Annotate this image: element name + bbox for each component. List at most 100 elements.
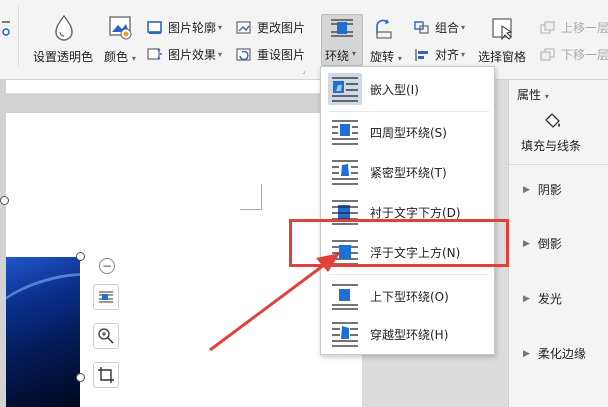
- chevron-down-icon: ▾: [218, 23, 223, 32]
- reset-picture-button[interactable]: 重设图片: [236, 46, 305, 63]
- fill-bucket-icon[interactable]: [541, 110, 563, 135]
- picture-outline-icon: [147, 20, 162, 34]
- horizontal-ruler: [6, 80, 362, 94]
- selection-pane-button[interactable]: 选择窗格: [478, 48, 526, 65]
- inline-wrap-icon: [328, 73, 362, 105]
- chevron-down-icon: ▾: [352, 49, 357, 58]
- layout-options-button[interactable]: [93, 284, 119, 310]
- picture-outline-label: 图片轮廓: [168, 21, 217, 35]
- menu-item-label: 紧密型环绕(T): [370, 165, 447, 180]
- wrap-icon: [331, 19, 353, 37]
- align-icon: [415, 48, 428, 61]
- soft-edges-label: 柔化边缘: [537, 347, 586, 361]
- behind-text-icon: [328, 196, 362, 228]
- reflection-label: 倒影: [537, 237, 562, 251]
- resize-handle[interactable]: [0, 196, 9, 205]
- reflection-section[interactable]: ▶ 倒影: [523, 235, 562, 252]
- menu-item-label: 穿越型环绕(H): [370, 327, 449, 342]
- group-icon: [414, 20, 429, 34]
- top-bottom-wrap-icon: [328, 280, 362, 312]
- rotate-button[interactable]: 旋转 ▾: [370, 48, 402, 65]
- picture-effects-icon: [147, 47, 162, 60]
- glow-section[interactable]: ▶ 发光: [523, 290, 562, 307]
- reset-picture-icon: [236, 47, 251, 61]
- change-picture-icon: [236, 20, 251, 34]
- wrap-button[interactable]: 环绕 ▾: [321, 14, 363, 66]
- soft-edges-section[interactable]: ▶ 柔化边缘: [523, 345, 586, 362]
- wrap-label: 环绕: [325, 49, 350, 63]
- crop-button[interactable]: [93, 362, 119, 388]
- menu-item-through[interactable]: 穿越型环绕(H): [321, 314, 494, 354]
- collapse-icon[interactable]: −: [99, 258, 115, 274]
- chevron-down-icon: ▾: [461, 50, 466, 59]
- rotate-icon[interactable]: [373, 18, 395, 40]
- expand-arrow-icon: ▶: [523, 293, 530, 304]
- expand-arrow-icon: ▶: [523, 238, 530, 249]
- shadow-section[interactable]: ▶ 阴影: [523, 181, 562, 198]
- zoom-button[interactable]: [93, 323, 119, 349]
- change-picture-label: 更改图片: [257, 21, 306, 35]
- square-wrap-icon: [328, 116, 362, 148]
- menu-item-label: 嵌入型(I): [370, 82, 419, 97]
- shadow-label: 阴影: [537, 183, 562, 197]
- partial-tool-icon[interactable]: [2, 18, 16, 38]
- menu-item-square[interactable]: 四周型环绕(S): [321, 112, 494, 152]
- expand-arrow-icon: ▶: [523, 348, 530, 359]
- panel-divider: [509, 164, 608, 165]
- rotate-label: 旋转: [370, 50, 395, 64]
- expand-arrow-icon: ▶: [523, 184, 530, 195]
- menu-item-in-front-of-text[interactable]: 浮于文字上方(N): [321, 232, 494, 272]
- crop-icon: [98, 367, 114, 383]
- menu-item-top-bottom[interactable]: 上下型环绕(O): [321, 276, 494, 316]
- set-transparent-icon[interactable]: [52, 14, 76, 42]
- chevron-down-icon: ▾: [397, 54, 402, 63]
- menu-item-label: 衬于文字下方(D): [370, 205, 461, 220]
- margin-corner-mark: [240, 184, 262, 210]
- group-label: 组合: [435, 21, 460, 35]
- glow-label: 发光: [537, 292, 562, 306]
- properties-header[interactable]: 属性 ▾: [517, 86, 549, 103]
- menu-item-label: 浮于文字上方(N): [370, 245, 461, 260]
- send-backward-label: 下移一层: [561, 48, 608, 62]
- menu-separator: [329, 274, 489, 275]
- color-button[interactable]: 颜色 ▾: [104, 48, 136, 65]
- menu-item-label: 四周型环绕(S): [370, 125, 447, 140]
- in-front-of-text-icon: [328, 236, 362, 268]
- align-button[interactable]: 对齐 ▾: [414, 46, 465, 63]
- ribbon-toolbar: 设置透明色 颜色 ▾ 图片轮廓 ▾ 图片效果 ▾ 更改图片 重设图片 ⌟ 环绕 …: [0, 0, 608, 80]
- picture-effects-button[interactable]: 图片效果 ▾: [147, 46, 222, 63]
- chevron-down-icon: ▾: [218, 50, 223, 59]
- group-expand-icon[interactable]: ⌟: [302, 66, 306, 75]
- change-picture-button[interactable]: 更改图片: [236, 19, 305, 36]
- selected-image[interactable]: [6, 257, 80, 407]
- menu-item-inline[interactable]: 嵌入型(I): [321, 69, 494, 109]
- resize-handle[interactable]: [76, 373, 85, 382]
- properties-label: 属性: [517, 88, 542, 102]
- fill-line-tab[interactable]: 填充与线条: [521, 137, 581, 154]
- wrap-layout-icon: [99, 291, 113, 303]
- bring-forward-button[interactable]: 上移一层: [540, 19, 608, 36]
- chevron-down-icon: ▾: [544, 92, 549, 101]
- send-backward-icon: [540, 47, 555, 61]
- group-button[interactable]: 组合 ▾: [414, 19, 465, 36]
- resize-handle[interactable]: [76, 252, 85, 261]
- picture-outline-button[interactable]: 图片轮廓 ▾: [147, 19, 222, 36]
- tight-wrap-icon: [328, 156, 362, 188]
- reset-picture-label: 重设图片: [257, 48, 306, 62]
- menu-item-tight[interactable]: 紧密型环绕(T): [321, 152, 494, 192]
- selection-pane-icon[interactable]: [491, 17, 515, 41]
- through-wrap-icon: [328, 318, 362, 350]
- properties-panel: 属性 ▾ 填充与线条 ▶ 阴影 ▶ 倒影 ▶ 发光 ▶ 柔化边缘: [508, 80, 608, 407]
- color-icon[interactable]: [108, 14, 134, 40]
- align-label: 对齐: [435, 48, 460, 62]
- set-transparent-button[interactable]: 设置透明色: [33, 48, 93, 65]
- menu-item-label: 上下型环绕(O): [370, 289, 449, 304]
- send-backward-button[interactable]: 下移一层: [540, 46, 608, 63]
- chevron-down-icon: ▾: [461, 23, 466, 32]
- menu-item-behind-text[interactable]: 衬于文字下方(D): [321, 192, 494, 232]
- wrap-dropdown-menu: 嵌入型(I) 四周型环绕(S) 紧密型环绕(T) 衬于文字下方(D) 浮于文字上…: [320, 66, 495, 355]
- color-label: 颜色: [104, 50, 129, 64]
- zoom-icon: [98, 328, 114, 344]
- chevron-down-icon: ▾: [131, 54, 136, 63]
- ribbon-divider: [18, 6, 19, 66]
